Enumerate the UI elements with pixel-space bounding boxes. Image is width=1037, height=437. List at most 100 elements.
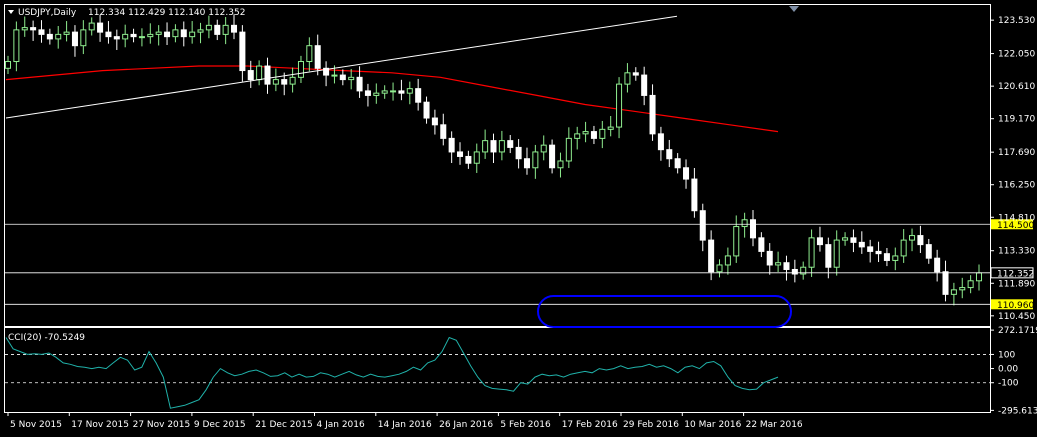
candle-body	[222, 24, 229, 35]
candle-body	[314, 45, 321, 69]
cci-panel	[4, 327, 991, 413]
candle-body	[507, 140, 514, 148]
candle-body	[164, 31, 171, 38]
candle-body	[791, 268, 798, 275]
x-tick-label: 10 Mar 2016	[684, 420, 741, 430]
candle-body	[741, 219, 748, 228]
candle-body	[155, 31, 162, 35]
candle-body	[816, 237, 823, 246]
price-label: 110.960	[997, 301, 1034, 311]
x-tick-label: 9 Dec 2015	[194, 420, 246, 430]
candle-body	[498, 140, 505, 153]
cci-tick-label: -295.6132	[998, 406, 1037, 416]
candle-body	[942, 271, 949, 295]
candle-body	[21, 27, 28, 31]
cci-label: CCI(20) -70.5249	[8, 333, 85, 343]
x-tick-label: 5 Nov 2015	[10, 420, 62, 430]
ma-layer	[5, 65, 779, 133]
candle-body	[666, 149, 673, 160]
cci-layer: 272.1719 100 0.00 -100 -295.6132	[5, 326, 1037, 416]
candle-body	[783, 262, 790, 270]
candle-body	[565, 137, 572, 162]
candle-body	[649, 94, 656, 135]
candle-body	[406, 88, 413, 94]
candle-body	[540, 144, 547, 153]
candle-body	[373, 92, 380, 96]
y-tick-label: 114.810	[998, 213, 1035, 223]
candle-body	[4, 61, 12, 69]
candle-body	[205, 24, 212, 31]
candle-body	[256, 65, 263, 81]
y-tick-label: 113.330	[998, 247, 1035, 257]
candle-body	[833, 239, 840, 268]
scroll-marker-icon[interactable]	[789, 6, 799, 12]
candle-body	[574, 133, 581, 139]
candle-body	[180, 29, 187, 38]
candle-body	[356, 76, 363, 92]
y-tick-label: 120.610	[998, 82, 1035, 92]
candle-body	[607, 126, 614, 130]
candle-body	[975, 272, 983, 282]
candle-body	[88, 22, 95, 31]
candle-body	[599, 128, 606, 139]
candle-body	[523, 158, 530, 169]
candle-body	[272, 79, 279, 85]
candle-body	[674, 158, 681, 169]
candle-body	[46, 33, 53, 40]
candle-body	[708, 239, 715, 273]
candle-body	[749, 219, 757, 239]
candle-body	[582, 131, 589, 135]
candle-body	[105, 31, 112, 38]
candle-body	[130, 33, 137, 38]
candle-body	[113, 36, 120, 40]
candle-body	[967, 280, 974, 289]
candle-body	[766, 250, 773, 266]
candle-body	[490, 140, 497, 153]
candle-body	[440, 124, 447, 139]
cci-tick-label: 0.00	[998, 365, 1018, 375]
candle-body	[390, 90, 397, 93]
candle-body	[925, 244, 932, 259]
chart-canvas: USDJPY,Daily 112.334 112.429 112.140 112…	[4, 4, 1037, 430]
candle-body	[842, 237, 849, 241]
candle-body	[959, 287, 966, 291]
candle-body	[239, 31, 246, 72]
x-tick-label: 17 Nov 2015	[71, 420, 129, 430]
candle-body	[30, 27, 37, 31]
candle-body	[616, 83, 623, 128]
y-tick-label: 116.250	[998, 181, 1035, 191]
symbol-label: USDJPY,Daily	[18, 8, 77, 18]
candle-body	[331, 74, 338, 77]
candle-body	[465, 155, 472, 164]
candle-body	[247, 70, 254, 81]
candle-body	[457, 151, 464, 157]
x-tick-label: 5 Feb 2016	[500, 420, 551, 430]
y-tick-label: 122.050	[998, 50, 1035, 60]
candle-body	[398, 90, 405, 94]
candle-body	[364, 90, 371, 96]
candle-body	[934, 257, 941, 273]
candle-body	[624, 72, 631, 85]
ohlc-label: 112.334 112.429 112.140 112.352	[88, 8, 245, 18]
candle-body	[381, 90, 388, 94]
candle-body	[189, 31, 196, 38]
moving-average-line	[5, 65, 779, 133]
candle-layer	[4, 14, 983, 306]
x-tick-label: 4 Jan 2016	[317, 420, 365, 430]
candle-body	[657, 133, 664, 151]
dropdown-triangle-icon[interactable]	[8, 10, 14, 14]
candle-body	[339, 74, 346, 81]
x-tick-label: 14 Jan 2016	[378, 420, 432, 430]
candle-body	[858, 241, 865, 248]
candle-body	[883, 253, 890, 261]
x-tick-label: 27 Nov 2015	[133, 420, 191, 430]
cci-tick-label: 100	[998, 350, 1015, 360]
candle-body	[423, 101, 430, 119]
level-layer: 114.500112.352110.960	[5, 219, 1034, 311]
candle-body	[909, 235, 916, 241]
candle-body	[532, 151, 539, 169]
candle-body	[825, 244, 832, 268]
y-tick-label: 110.450	[998, 312, 1035, 322]
candle-body	[97, 22, 104, 33]
candle-body	[230, 24, 238, 33]
